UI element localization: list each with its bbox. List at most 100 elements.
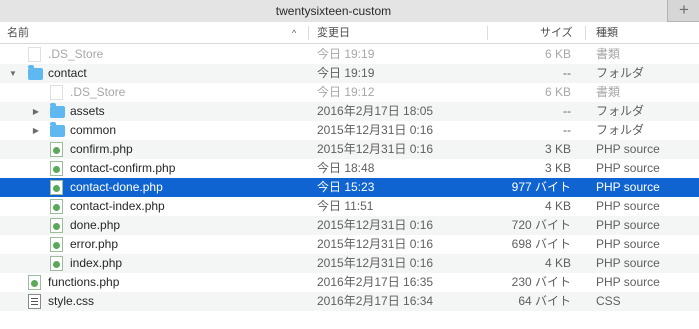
column-name-header[interactable]: 名前 <box>7 22 29 44</box>
file-date-modified: 今日 19:19 <box>317 66 375 80</box>
file-kind: CSS <box>596 294 621 308</box>
column-size-header[interactable]: サイズ <box>540 22 573 44</box>
file-size: 230 バイト <box>511 275 571 289</box>
file-date-modified: 2015年12月31日 0:16 <box>317 142 434 156</box>
file-date-modified: 今日 15:23 <box>317 180 375 194</box>
file-name: .DS_Store <box>70 85 126 99</box>
file-kind: PHP source <box>596 180 660 194</box>
column-divider[interactable] <box>308 26 309 40</box>
file-date-modified: 今日 19:19 <box>317 47 375 61</box>
file-kind: PHP source <box>596 161 660 175</box>
file-size: -- <box>563 104 571 118</box>
file-row[interactable]: index.php 2015年12月31日 0:16 4 KB PHP source <box>0 254 699 273</box>
file-row[interactable]: ▼ contact 今日 19:19 -- フォルダ <box>0 64 699 83</box>
file-name: assets <box>70 104 105 118</box>
file-row[interactable]: confirm.php 2015年12月31日 0:16 3 KB PHP sourc… <box>0 140 699 159</box>
tab-current-folder[interactable]: twentysixteen-custom <box>0 0 668 22</box>
file-name: contact-done.php <box>70 180 163 194</box>
column-divider[interactable] <box>585 26 586 40</box>
file-name: functions.php <box>48 275 120 289</box>
add-tab-button[interactable]: + <box>669 0 699 22</box>
file-row[interactable]: .DS_Store 今日 19:12 6 KB 書類 <box>0 83 699 102</box>
php-file-icon <box>28 275 41 290</box>
css-file-icon <box>28 294 41 309</box>
file-row[interactable]: style.css 2016年2月17日 16:34 64 バイト CSS <box>0 292 699 311</box>
php-file-icon <box>50 218 63 233</box>
file-date-modified: 2016年2月17日 16:34 <box>317 294 434 308</box>
file-size: -- <box>563 123 571 137</box>
document-icon <box>50 85 63 100</box>
sort-ascending-icon[interactable]: ^ <box>292 22 296 44</box>
file-name: contact-confirm.php <box>70 161 176 175</box>
file-kind: PHP source <box>596 199 660 213</box>
file-size: -- <box>563 66 571 80</box>
file-kind: フォルダ <box>596 123 645 137</box>
file-date-modified: 今日 11:51 <box>317 199 374 213</box>
file-row[interactable]: contact-confirm.php 今日 18:48 3 KB PHP sourc… <box>0 159 699 178</box>
file-date-modified: 2015年12月31日 0:16 <box>317 218 434 232</box>
file-size: 6 KB <box>544 85 571 99</box>
file-date-modified: 2016年2月17日 18:05 <box>317 104 434 118</box>
file-size: 977 バイト <box>511 180 571 194</box>
file-kind: フォルダ <box>596 66 645 80</box>
file-size: 6 KB <box>544 47 571 61</box>
file-row[interactable]: functions.php 2016年2月17日 16:35 230 バイト PHP … <box>0 273 699 292</box>
file-date-modified: 2015年12月31日 0:16 <box>317 123 434 137</box>
php-file-icon <box>50 237 63 252</box>
file-size: 4 KB <box>544 256 571 270</box>
tab-bar: twentysixteen-custom + <box>0 0 699 22</box>
column-date-header[interactable]: 変更日 <box>317 22 350 44</box>
file-kind: 書類 <box>596 85 621 99</box>
file-kind: 書類 <box>596 47 621 61</box>
php-file-icon <box>50 199 63 214</box>
file-date-modified: 今日 19:12 <box>317 85 375 99</box>
file-date-modified: 2016年2月17日 16:35 <box>317 275 434 289</box>
document-icon <box>28 47 41 62</box>
file-kind: PHP source <box>596 275 660 289</box>
file-date-modified: 2015年12月31日 0:16 <box>317 256 434 270</box>
file-row[interactable]: contact-index.php 今日 11:51 4 KB PHP source <box>0 197 699 216</box>
column-divider[interactable] <box>487 26 488 40</box>
file-row[interactable]: done.php 2015年12月31日 0:16 720 バイト PHP sourc… <box>0 216 699 235</box>
php-file-icon <box>50 180 63 195</box>
file-name: common <box>70 123 117 137</box>
file-size: 698 バイト <box>511 237 571 251</box>
disclosure-closed-icon[interactable]: ▶ <box>30 121 42 140</box>
file-name: done.php <box>70 218 121 232</box>
file-name: confirm.php <box>70 142 133 156</box>
file-name: error.php <box>70 237 119 251</box>
file-name: contact-index.php <box>70 199 165 213</box>
file-size: 4 KB <box>544 199 571 213</box>
file-row[interactable]: .DS_Store 今日 19:19 6 KB 書類 <box>0 45 699 64</box>
file-size: 720 バイト <box>511 218 571 232</box>
file-date-modified: 今日 18:48 <box>317 161 375 175</box>
file-date-modified: 2015年12月31日 0:16 <box>317 237 434 251</box>
file-kind: フォルダ <box>596 104 645 118</box>
file-name: .DS_Store <box>48 47 104 61</box>
php-file-icon <box>50 161 63 176</box>
disclosure-open-icon[interactable]: ▼ <box>7 64 19 83</box>
file-name: contact <box>48 66 87 80</box>
file-name: style.css <box>48 294 95 308</box>
column-kind-header[interactable]: 種類 <box>596 22 618 44</box>
folder-icon <box>28 65 43 80</box>
column-header: 名前 ^ 変更日 サイズ 種類 <box>0 22 699 44</box>
php-file-icon <box>50 256 63 271</box>
file-size: 3 KB <box>544 142 571 156</box>
file-name: index.php <box>70 256 123 270</box>
file-row[interactable]: ▶ assets 2016年2月17日 18:05 -- フォルダ <box>0 102 699 121</box>
file-size: 3 KB <box>544 161 571 175</box>
file-size: 64 バイト <box>518 294 571 308</box>
file-row[interactable]: contact-done.php 今日 15:23 977 バイト PHP sourc… <box>0 178 699 197</box>
file-row[interactable]: ▶ common 2015年12月31日 0:16 -- フォルダ <box>0 121 699 140</box>
file-row[interactable]: error.php 2015年12月31日 0:16 698 バイト PHP sour… <box>0 235 699 254</box>
file-kind: PHP source <box>596 218 660 232</box>
file-kind: PHP source <box>596 142 660 156</box>
file-kind: PHP source <box>596 237 660 251</box>
php-file-icon <box>50 142 63 157</box>
file-kind: PHP source <box>596 256 660 270</box>
folder-icon <box>50 122 65 137</box>
file-list: .DS_Store 今日 19:19 6 KB 書類 ▼ contact 今日 19:19 -… <box>0 45 699 311</box>
folder-icon <box>50 103 65 118</box>
disclosure-closed-icon[interactable]: ▶ <box>30 102 42 121</box>
